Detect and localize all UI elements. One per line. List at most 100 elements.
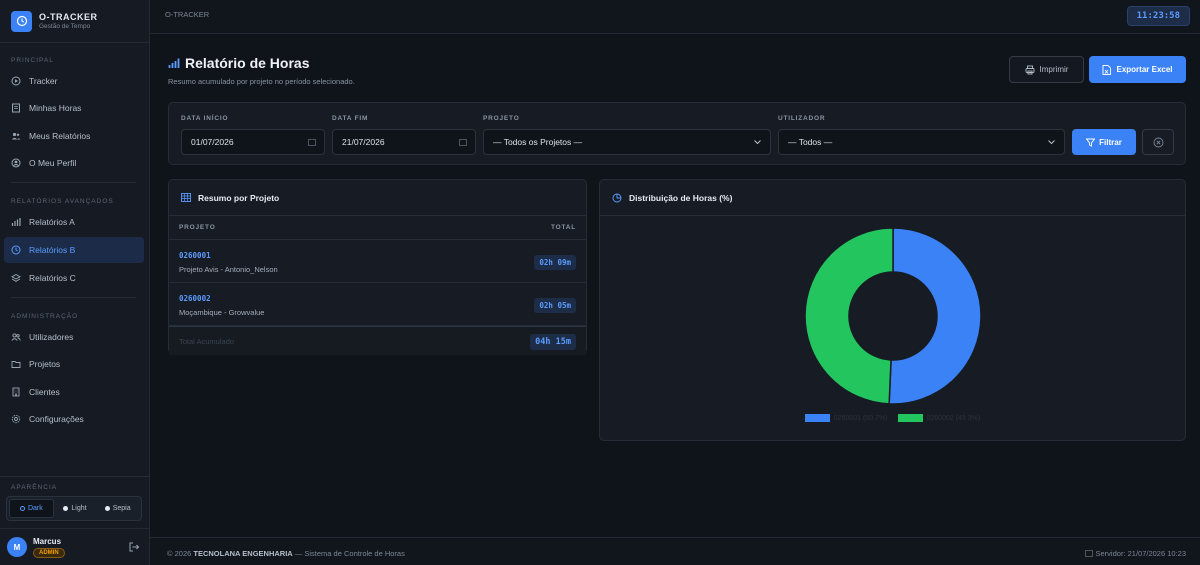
project-name: Moçambique - Growvalue xyxy=(179,308,265,317)
funnel-icon xyxy=(1086,138,1096,147)
section-label-principal: PRINCIPAL xyxy=(11,57,54,64)
moon-icon xyxy=(19,506,25,511)
logout-icon[interactable] xyxy=(128,541,140,555)
sidebar-item-projetos[interactable]: Projetos xyxy=(4,351,144,377)
user-label: UTILIZADOR xyxy=(778,115,826,122)
donut-slice-2[interactable] xyxy=(804,227,894,405)
server-time-label: Servidor: 21/07/2026 10:23 xyxy=(1095,549,1186,558)
distribution-card: Distribuição de Horas (%) 0260001 (50.7%… xyxy=(599,179,1186,441)
avatar[interactable]: M xyxy=(7,537,27,557)
calendar-icon xyxy=(459,138,467,148)
clock-display: 11:23:58 xyxy=(1126,6,1190,26)
page-subtitle: Resumo acumulado por projeto no período … xyxy=(168,77,355,86)
start-date-value: 01/07/2026 xyxy=(191,137,234,147)
role-badge: ADMIN xyxy=(33,547,65,558)
breadcrumb: O-TRACKER xyxy=(165,10,210,19)
summary-card: Resumo por Projeto PROJETO TOTAL 0260001… xyxy=(168,179,587,355)
brand-subtitle: Gestão de Tempo xyxy=(39,23,91,30)
clear-filters-button[interactable] xyxy=(1142,129,1174,155)
topbar: O-TRACKER 11:23:58 xyxy=(150,0,1200,34)
theme-label: Light xyxy=(71,505,87,512)
theme-light-button[interactable]: Light xyxy=(54,499,97,518)
theme-dark-button[interactable]: Dark xyxy=(9,499,54,518)
footer-company: TECNOLANA ENGENHARIA xyxy=(193,549,293,558)
project-select[interactable]: — Todos os Projetos — xyxy=(483,129,771,155)
bar-chart-icon xyxy=(11,217,21,227)
table-row[interactable]: 0260002 Moçambique - Growvalue 02h 05m xyxy=(169,283,586,326)
footer-year: © 2026 xyxy=(167,549,192,558)
print-button[interactable]: Imprimir xyxy=(1009,56,1084,83)
project-select-value: — Todos os Projetos — xyxy=(493,137,583,147)
gear-icon xyxy=(11,414,21,424)
theme-sepia-button[interactable]: Sepia xyxy=(96,499,139,518)
divider xyxy=(0,476,149,477)
legend-item[interactable]: 0260001 (50.7%) xyxy=(804,414,888,422)
table-row[interactable]: 0260001 Projeto Avis - Antonio_Nelson 02… xyxy=(169,240,586,283)
close-circle-icon xyxy=(1153,137,1164,148)
sidebar-item-label: Configurações xyxy=(29,414,84,424)
sidebar-item-label: Relatórios A xyxy=(29,217,75,227)
printer-icon xyxy=(1025,65,1035,75)
export-label: Exportar Excel xyxy=(1116,65,1173,74)
pie-chart-icon xyxy=(612,193,622,203)
donut-chart xyxy=(804,227,982,405)
sidebar-item-meus-relatorios[interactable]: Meus Relatórios xyxy=(4,123,144,149)
section-label-aparencia: APARÊNCIA xyxy=(11,484,58,491)
print-label: Imprimir xyxy=(1039,65,1069,74)
project-label: PROJETO xyxy=(483,115,520,122)
divider xyxy=(11,182,136,183)
export-excel-button[interactable]: Exportar Excel xyxy=(1089,56,1186,83)
sidebar-item-label: Clientes xyxy=(29,387,60,397)
sepia-icon xyxy=(104,506,110,511)
clock-logo-icon xyxy=(11,10,32,32)
column-header-project: PROJETO xyxy=(179,224,216,231)
chevron-down-icon xyxy=(1047,138,1056,148)
calendar-icon xyxy=(308,138,316,148)
end-date-input[interactable]: 21/07/2026 xyxy=(332,129,476,155)
sidebar-item-utilizadores[interactable]: Utilizadores xyxy=(4,324,144,350)
brand: O-TRACKER Gestão de Tempo xyxy=(0,0,149,43)
sun-icon xyxy=(63,506,69,511)
document-icon xyxy=(11,103,21,113)
column-header-total: TOTAL xyxy=(550,224,576,231)
divider xyxy=(11,297,136,298)
sidebar-item-label: Minhas Horas xyxy=(29,103,82,113)
footer-system: — Sistema de Controle de Horas xyxy=(294,549,405,558)
users-icon xyxy=(11,131,21,141)
user-circle-icon xyxy=(11,158,21,168)
legend-item[interactable]: 0260002 (49.3%) xyxy=(897,414,980,422)
theme-switcher: Dark Light Sepia xyxy=(6,496,142,521)
building-icon xyxy=(11,387,21,397)
chart-legend: 0260001 (50.7%) 0260002 (49.3%) xyxy=(600,414,1185,422)
user-select[interactable]: — Todos — xyxy=(778,129,1065,155)
filter-label: Filtrar xyxy=(1099,137,1122,147)
sidebar-item-relatorios-b[interactable]: Relatórios B xyxy=(4,237,144,263)
sidebar-item-relatorios-c[interactable]: Relatórios C xyxy=(4,265,144,291)
sidebar: O-TRACKER Gestão de Tempo PRINCIPAL Trac… xyxy=(0,0,150,565)
start-date-label: DATA INÍCIO xyxy=(181,115,229,122)
distribution-title: Distribuição de Horas (%) xyxy=(629,192,733,203)
donut-slice-1[interactable] xyxy=(888,227,982,405)
play-circle-icon xyxy=(11,76,21,86)
sidebar-item-o-meu-perfil[interactable]: O Meu Perfil xyxy=(4,150,144,176)
table-header: PROJETO TOTAL xyxy=(169,216,586,240)
footer: © 2026 TECNOLANA ENGENHARIA — Sistema de… xyxy=(150,537,1200,565)
users-group-icon xyxy=(11,332,21,342)
end-date-value: 21/07/2026 xyxy=(342,137,385,147)
grand-total: 04h 15m xyxy=(530,334,576,350)
sidebar-item-relatorios-a[interactable]: Relatórios A xyxy=(4,209,144,235)
sidebar-item-configuracoes[interactable]: Configurações xyxy=(4,406,144,432)
start-date-input[interactable]: 01/07/2026 xyxy=(181,129,325,155)
section-label-administracao: ADMINISTRAÇÃO xyxy=(11,313,79,320)
project-name: Projeto Avis - Antonio_Nelson xyxy=(179,265,278,274)
footer-copyright: © 2026 TECNOLANA ENGENHARIA — Sistema de… xyxy=(167,549,405,558)
file-excel-icon xyxy=(1102,64,1112,75)
filter-button[interactable]: Filtrar xyxy=(1072,129,1136,155)
sidebar-item-tracker[interactable]: Tracker xyxy=(4,68,144,94)
sidebar-item-minhas-horas[interactable]: Minhas Horas xyxy=(4,95,144,121)
sidebar-item-label: Meus Relatórios xyxy=(29,131,91,141)
total-label: Total Acumulado xyxy=(179,337,235,346)
chevron-down-icon xyxy=(753,138,762,148)
sidebar-item-clientes[interactable]: Clientes xyxy=(4,379,144,405)
sidebar-item-label: O Meu Perfil xyxy=(29,158,77,168)
